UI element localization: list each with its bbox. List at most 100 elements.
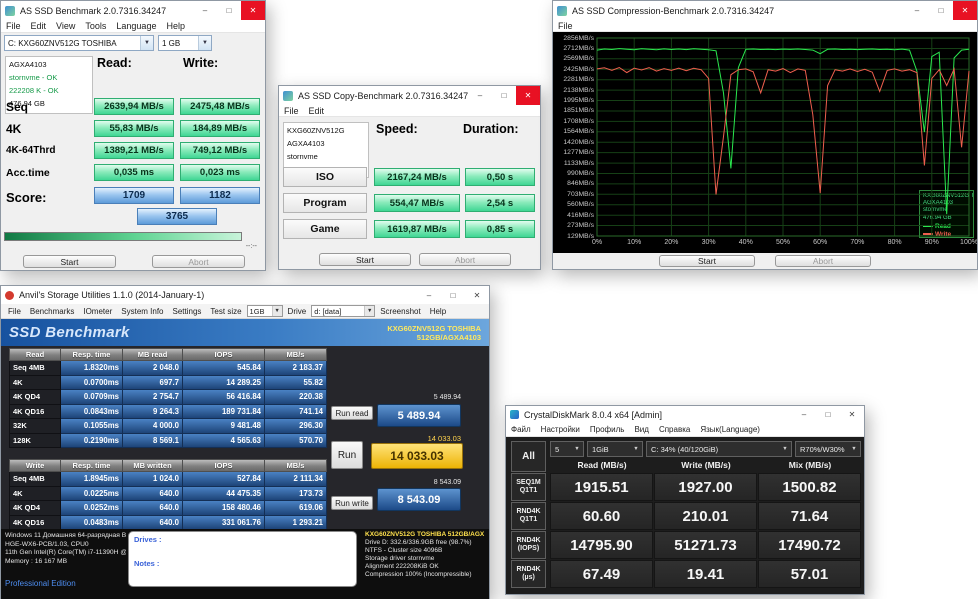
write-score-box: 1182 bbox=[180, 187, 260, 204]
menu-file[interactable]: File bbox=[279, 106, 304, 116]
drive-select[interactable]: C: KXG60ZNV512G TOSHIBA ▼ bbox=[4, 35, 154, 51]
run-write-button[interactable]: Run write bbox=[331, 496, 373, 510]
abort-button[interactable]: Abort bbox=[775, 255, 871, 267]
test-size-select[interactable]: 1GiB ▼ bbox=[587, 441, 643, 457]
drive-info-block: KXG60ZNV512G TOSHIBA 512GB/AGX Drive D: … bbox=[365, 531, 487, 579]
drive-select[interactable]: d: [data] ▼ bbox=[311, 305, 375, 317]
notes-panel[interactable]: Drives : Notes : bbox=[128, 531, 357, 587]
menu-help[interactable]: Help bbox=[426, 307, 450, 316]
window-controls: – □ ✕ bbox=[905, 1, 977, 20]
run-all-button[interactable]: All bbox=[511, 441, 546, 472]
cell-mbs: 2 111.34 bbox=[265, 472, 327, 487]
menu-file[interactable]: File bbox=[553, 21, 578, 31]
row-label: Seq 4MB bbox=[9, 361, 61, 376]
firmware-version: AGXA4103 bbox=[9, 58, 89, 71]
menu-settings[interactable]: Настройки bbox=[536, 425, 585, 434]
y-axis-tick-label: 1277MB/s bbox=[553, 149, 594, 156]
menu-tools[interactable]: Tools bbox=[80, 21, 111, 31]
rnd4k-latency-button[interactable]: RND4K (µs) bbox=[511, 560, 546, 588]
menu-benchmarks[interactable]: Benchmarks bbox=[26, 307, 78, 316]
menu-system-info[interactable]: System Info bbox=[117, 307, 167, 316]
chevron-down-icon: ▼ bbox=[140, 36, 153, 50]
menu-edit[interactable]: Edit bbox=[26, 21, 52, 31]
close-button[interactable]: ✕ bbox=[953, 1, 977, 20]
titlebar[interactable]: AS SSD Benchmark 2.0.7316.34247 – □ ✕ bbox=[1, 1, 265, 20]
menu-view[interactable]: View bbox=[51, 21, 80, 31]
speed-column-header: Speed: bbox=[376, 122, 418, 136]
menu-file[interactable]: File bbox=[1, 21, 26, 31]
test-size-value: 1GB bbox=[248, 306, 272, 316]
test-count-select[interactable]: 5 ▼ bbox=[550, 441, 584, 457]
menu-help[interactable]: Help bbox=[161, 21, 190, 31]
run-button[interactable]: Run bbox=[331, 441, 363, 469]
close-button[interactable]: ✕ bbox=[465, 286, 489, 304]
titlebar[interactable]: AS SSD Copy-Benchmark 2.0.7316.34247 – □… bbox=[279, 86, 540, 105]
menu-language[interactable]: Language bbox=[111, 21, 161, 31]
minimize-button[interactable]: – bbox=[792, 406, 816, 423]
write-column-header: Write: bbox=[183, 56, 218, 70]
rnd4k-iops-button[interactable]: RND4K (IOPS) bbox=[511, 531, 546, 559]
maximize-button[interactable]: □ bbox=[441, 286, 465, 304]
close-button[interactable]: ✕ bbox=[840, 406, 864, 423]
menu-file[interactable]: Файл bbox=[506, 425, 536, 434]
titlebar[interactable]: AS SSD Compression-Benchmark 2.0.7316.34… bbox=[553, 1, 977, 20]
rnd4k-mix-value: 71.64 bbox=[758, 502, 861, 530]
y-axis-tick-label: 416MB/s bbox=[553, 212, 594, 219]
col-mb-read: MB read bbox=[123, 348, 183, 361]
seq1m-write-value: 1927.00 bbox=[654, 473, 757, 501]
minimize-button[interactable]: – bbox=[468, 86, 492, 105]
minimize-button[interactable]: – bbox=[193, 1, 217, 20]
menu-iometer[interactable]: IOmeter bbox=[79, 307, 116, 316]
test-label-line2: (µs) bbox=[522, 574, 535, 582]
abort-button[interactable]: Abort bbox=[419, 253, 511, 266]
start-button[interactable]: Start bbox=[319, 253, 411, 266]
maximize-button[interactable]: □ bbox=[929, 1, 953, 20]
minimize-button[interactable]: – bbox=[417, 286, 441, 304]
rnd4k-q1t1-button[interactable]: RND4K Q1T1 bbox=[511, 502, 546, 530]
cell-iops: 44 475.35 bbox=[183, 487, 265, 502]
maximize-button[interactable]: □ bbox=[217, 1, 241, 20]
menu-help[interactable]: Справка bbox=[654, 425, 695, 434]
read-score-small: 5 489.94 bbox=[377, 394, 461, 401]
close-button[interactable]: ✕ bbox=[241, 1, 265, 20]
score-label: Score: bbox=[6, 190, 46, 205]
toolbar: C: KXG60ZNV512G TOSHIBA ▼ 1 GB ▼ bbox=[1, 33, 265, 53]
anvil-app-icon bbox=[5, 291, 14, 300]
start-button[interactable]: Start bbox=[659, 255, 755, 267]
window-title: AS SSD Copy-Benchmark 2.0.7316.34247 bbox=[298, 91, 468, 101]
chevron-down-icon: ▼ bbox=[198, 36, 211, 50]
titlebar[interactable]: Anvil's Storage Utilities 1.1.0 (2014-Ja… bbox=[1, 286, 489, 304]
run-read-button[interactable]: Run read bbox=[331, 406, 373, 420]
seq-write-value: 2475,48 MB/s bbox=[180, 98, 260, 115]
start-button[interactable]: Start bbox=[23, 255, 116, 268]
close-button[interactable]: ✕ bbox=[516, 86, 540, 105]
maximize-button[interactable]: □ bbox=[816, 406, 840, 423]
system-info-block: Windows 11 Домашняя 64-разрядная Build (… bbox=[5, 532, 126, 566]
titlebar[interactable]: CrystalDiskMark 8.0.4 x64 [Admin] – □ ✕ bbox=[506, 406, 864, 423]
menu-bar: File Edit bbox=[279, 105, 540, 117]
cell-mbs: 2 183.37 bbox=[265, 361, 327, 376]
menu-theme[interactable]: Вид bbox=[629, 425, 653, 434]
test-size-select[interactable]: 1GB ▼ bbox=[247, 305, 283, 317]
maximize-button[interactable]: □ bbox=[492, 86, 516, 105]
menu-edit[interactable]: Edit bbox=[304, 106, 330, 116]
abort-button[interactable]: Abort bbox=[152, 255, 245, 268]
table-row: 128K 0.2190ms 8 569.1 4 565.63 570.70 bbox=[9, 434, 327, 449]
menu-screenshot[interactable]: Screenshot bbox=[376, 307, 424, 316]
seq1m-q1t1-button[interactable]: SEQ1M Q1T1 bbox=[511, 473, 546, 501]
menu-profile[interactable]: Профиль bbox=[585, 425, 630, 434]
target-drive-select[interactable]: C: 34% (40/120GiB) ▼ bbox=[646, 441, 792, 457]
4k64-write-value: 749,12 MB/s bbox=[180, 142, 260, 159]
cell-resp: 0.2190ms bbox=[61, 434, 123, 449]
y-axis-tick-label: 1133MB/s bbox=[553, 160, 594, 167]
minimize-button[interactable]: – bbox=[905, 1, 929, 20]
menu-bar: Файл Настройки Профиль Вид Справка Язык(… bbox=[506, 423, 864, 437]
row-label: 4K bbox=[9, 487, 61, 502]
row-label-acctime: Acc.time bbox=[6, 167, 50, 179]
menu-file[interactable]: File bbox=[4, 307, 25, 316]
menu-language[interactable]: Язык(Language) bbox=[695, 425, 765, 434]
test-size-select[interactable]: 1 GB ▼ bbox=[158, 35, 212, 51]
mix-ratio-select[interactable]: R70%/W30% ▼ bbox=[795, 441, 861, 457]
benchmark-area: Read Resp. time MB read IOPS MB/s Seq 4M… bbox=[1, 346, 489, 529]
menu-settings[interactable]: Settings bbox=[169, 307, 206, 316]
